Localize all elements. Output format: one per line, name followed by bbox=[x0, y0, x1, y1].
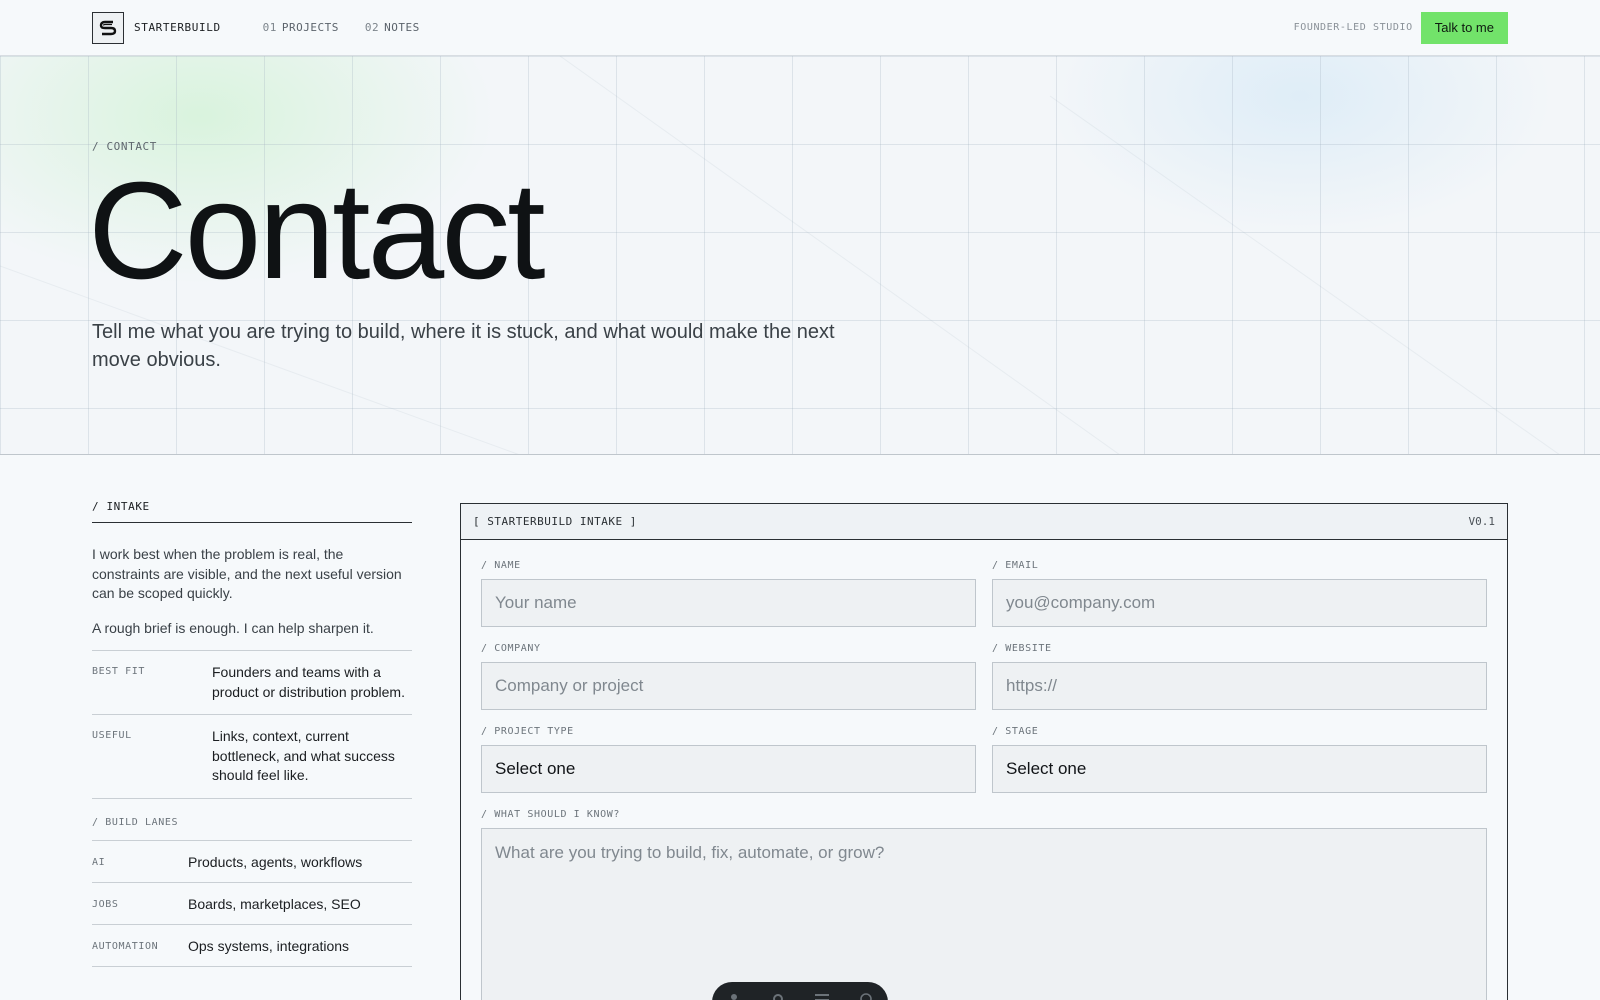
toolbar-menu-icon[interactable] bbox=[815, 992, 829, 1000]
logo-icon[interactable] bbox=[92, 11, 124, 44]
website-label: / WEBSITE bbox=[992, 643, 1052, 654]
intake-sidebar: / INTAKE I work best when the problem is… bbox=[92, 500, 412, 967]
name-input[interactable] bbox=[481, 579, 976, 627]
lane-row-automation: AUTOMATION Ops systems, integrations bbox=[92, 925, 412, 967]
email-label: / EMAIL bbox=[992, 560, 1039, 571]
page-title: Contact bbox=[88, 154, 546, 308]
lane-row-jobs: JOBS Boards, marketplaces, SEO bbox=[92, 883, 412, 925]
details-label: / WHAT SHOULD I KNOW? bbox=[481, 809, 621, 820]
fact-key: BEST FIT bbox=[92, 666, 145, 677]
lane-value: Boards, marketplaces, SEO bbox=[188, 895, 361, 912]
email-input[interactable] bbox=[992, 579, 1487, 627]
stage-label: / STAGE bbox=[992, 726, 1039, 737]
panel-header: [ STARTERBUILD INTAKE ] V0.1 bbox=[461, 504, 1507, 540]
top-nav: STARTERBUILD 01 PROJECTS 02 NOTES FOUNDER-… bbox=[0, 0, 1600, 56]
toolbar-settings-icon[interactable] bbox=[859, 992, 873, 1000]
intake-intro: I work best when the problem is real, th… bbox=[92, 546, 402, 601]
fact-row-best-fit: BEST FIT Founders and teams with a produ… bbox=[92, 651, 412, 715]
lane-value: Ops systems, integrations bbox=[188, 937, 350, 954]
company-label: / COMPANY bbox=[481, 643, 541, 654]
intake-note: A rough brief is enough. I can help shar… bbox=[92, 619, 412, 651]
nav-projects-link[interactable]: 01 PROJECTS bbox=[263, 21, 339, 34]
fact-value: Founders and teams with a product or dis… bbox=[212, 664, 405, 700]
stage-select[interactable]: Select one bbox=[992, 745, 1487, 793]
fact-value: Links, context, current bottleneck, and … bbox=[212, 728, 395, 783]
lane-key: AI bbox=[92, 856, 106, 868]
page-subtitle: Tell me what you are trying to build, wh… bbox=[92, 321, 835, 371]
name-label: / NAME bbox=[481, 560, 521, 571]
toolbar-gear-icon[interactable] bbox=[771, 992, 785, 1000]
website-input[interactable] bbox=[992, 662, 1487, 710]
fact-key: USEFUL bbox=[92, 730, 132, 741]
breadcrumb: / CONTACT bbox=[92, 140, 158, 153]
lane-key: JOBS bbox=[92, 898, 119, 910]
hero-section: / CONTACT Contact Tell me what you are t… bbox=[0, 56, 1600, 455]
nav-label: NOTES bbox=[384, 21, 420, 34]
panel-title: [ STARTERBUILD INTAKE ] bbox=[473, 515, 637, 528]
nav-label: PROJECTS bbox=[281, 21, 339, 34]
version-label: V0.1 bbox=[1468, 515, 1496, 528]
fact-row-useful: USEFUL Links, context, current bottlenec… bbox=[92, 715, 412, 799]
nav-number: 01 bbox=[262, 21, 277, 34]
lane-key: AUTOMATION bbox=[92, 940, 159, 952]
project-type-select[interactable]: Select one bbox=[481, 745, 976, 793]
studio-tagline: FOUNDER-LED STUDIO bbox=[1293, 22, 1413, 33]
nav-number: 02 bbox=[364, 21, 380, 34]
toolbar-person-icon[interactable] bbox=[727, 992, 741, 1000]
lane-row-ai: AI Products, agents, workflows bbox=[92, 841, 412, 883]
build-lanes-heading: / BUILD LANES bbox=[92, 799, 412, 841]
lane-value: Products, agents, workflows bbox=[188, 853, 363, 870]
floating-toolbar[interactable] bbox=[712, 982, 888, 1000]
details-textarea[interactable] bbox=[481, 828, 1487, 1000]
company-input[interactable] bbox=[481, 662, 976, 710]
project-type-label: / PROJECT TYPE bbox=[481, 726, 574, 737]
nav-notes-link[interactable]: 02 NOTES bbox=[365, 21, 420, 34]
brand-name[interactable]: STARTERBUILD bbox=[134, 21, 221, 34]
intake-heading: / INTAKE bbox=[92, 500, 412, 523]
intake-form-panel: [ STARTERBUILD INTAKE ] V0.1 / NAME / EM… bbox=[460, 503, 1508, 1000]
talk-to-me-button[interactable]: Talk to me bbox=[1420, 11, 1508, 44]
